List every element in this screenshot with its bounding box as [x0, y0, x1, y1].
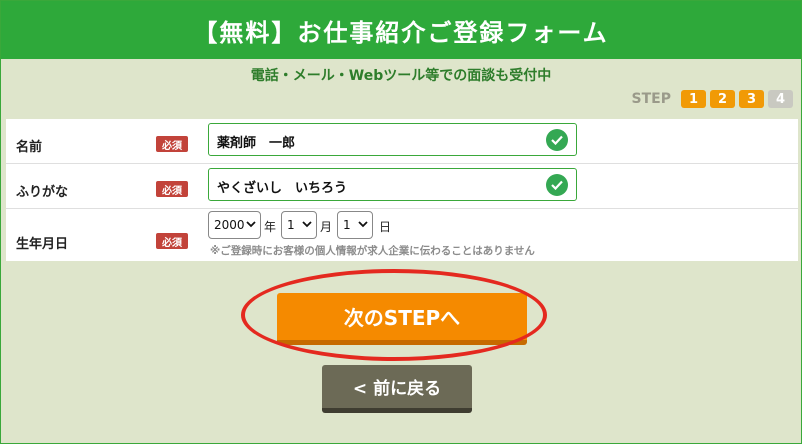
step-indicator: STEP 1 2 3 4 — [632, 90, 793, 108]
name-row: 名前 必須 薬剤師 一郎 — [6, 119, 798, 164]
check-icon — [546, 174, 568, 196]
birthdate-row: 生年月日 必須 2000 年 1 月 1 日 ※ご登録時にお客様の個人情報が求人… — [6, 209, 798, 261]
page-title: 【無料】お仕事紹介ご登録フォーム — [1, 1, 801, 59]
step-3-badge: 3 — [739, 90, 764, 108]
name-field[interactable]: 薬剤師 一郎 — [208, 123, 577, 156]
form-page: 【無料】お仕事紹介ご登録フォーム 電話・メール・Webツール等での面談も受付中 … — [0, 0, 802, 444]
kana-value: やくざいし いちろう — [217, 181, 348, 196]
name-value: 薬剤師 一郎 — [217, 136, 296, 151]
name-label: 名前 — [16, 140, 43, 155]
registration-form: 名前 必須 薬剤師 一郎 ふりがな 必須 やくざいし いちろう 生年月日 必須 … — [6, 119, 798, 261]
highlight-circle — [241, 269, 547, 361]
step-2-badge: 2 — [710, 90, 735, 108]
year-select[interactable]: 2000 — [208, 211, 261, 239]
day-unit: 日 — [379, 220, 392, 234]
month-select[interactable]: 1 — [281, 211, 317, 239]
kana-row: ふりがな 必須 やくざいし いちろう — [6, 164, 798, 209]
chevron-down-icon — [358, 217, 368, 234]
required-badge: 必須 — [156, 181, 188, 197]
required-badge: 必須 — [156, 233, 188, 249]
required-badge: 必須 — [156, 136, 188, 152]
chevron-down-icon — [302, 217, 312, 234]
interview-subtitle: 電話・メール・Webツール等での面談も受付中 — [250, 68, 552, 84]
step-1-badge: 1 — [681, 90, 706, 108]
step-label: STEP — [631, 91, 671, 107]
step-4-badge: 4 — [768, 90, 793, 108]
chevron-down-icon — [246, 217, 256, 234]
privacy-note: ※ご登録時にお客様の個人情報が求人企業に伝わることはありません — [210, 245, 535, 257]
month-unit: 月 — [320, 220, 333, 234]
check-icon — [546, 129, 568, 151]
back-button[interactable]: < 前に戻る — [322, 365, 472, 413]
kana-field[interactable]: やくざいし いちろう — [208, 168, 577, 201]
year-unit: 年 — [264, 220, 277, 234]
day-select[interactable]: 1 — [337, 211, 373, 239]
birthdate-label: 生年月日 — [16, 237, 69, 252]
kana-label: ふりがな — [16, 185, 69, 200]
